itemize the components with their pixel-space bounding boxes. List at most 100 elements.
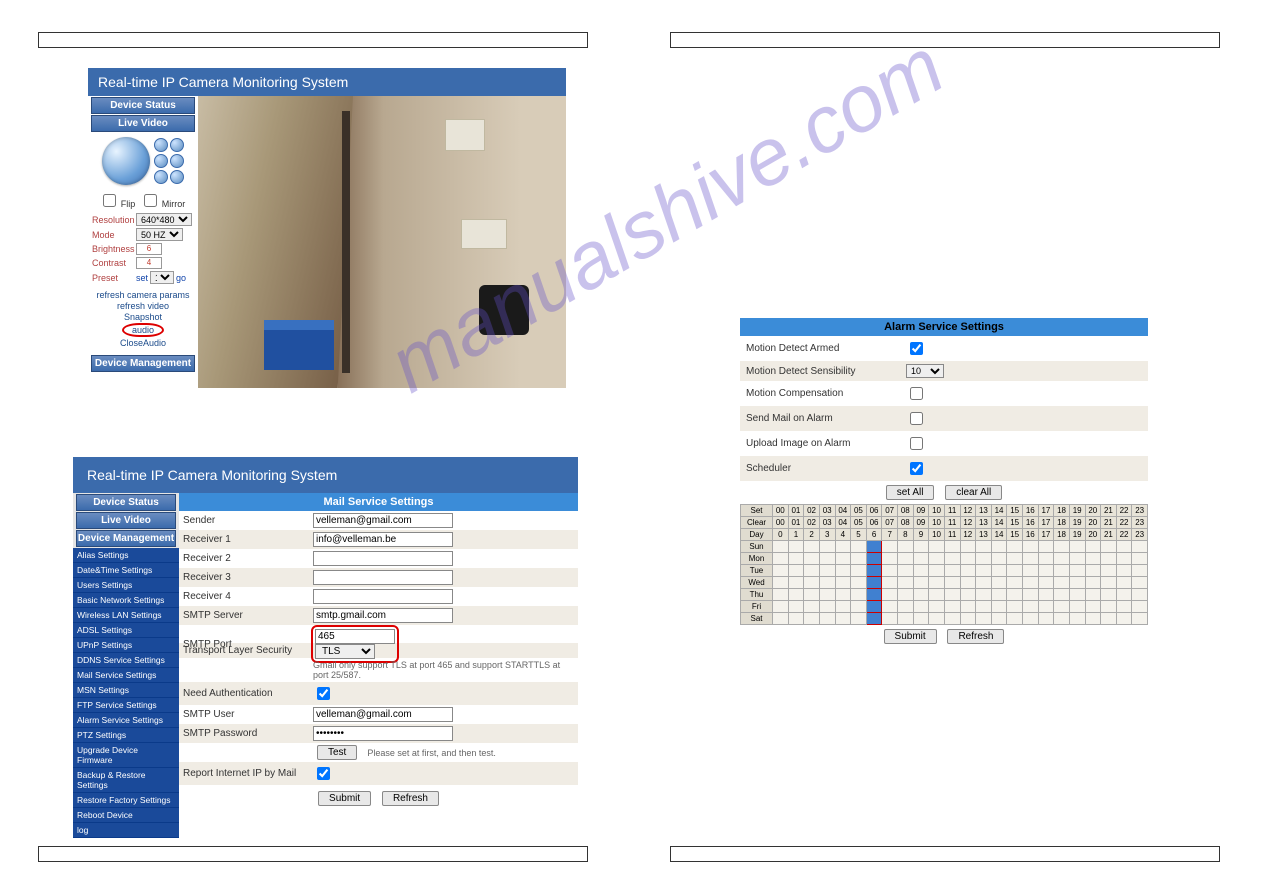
receiver4-input[interactable] [313, 589, 453, 604]
schedule-cell[interactable] [835, 553, 851, 565]
schedule-cell[interactable] [804, 577, 820, 589]
schedule-cell[interactable] [929, 613, 945, 625]
schedule-cell[interactable] [960, 541, 976, 553]
schedule-cell[interactable] [976, 565, 992, 577]
schedule-cell[interactable] [944, 541, 960, 553]
schedule-cell[interactable] [882, 589, 898, 601]
schedule-cell[interactable] [1023, 541, 1039, 553]
schedule-cell[interactable] [804, 613, 820, 625]
schedule-cell[interactable] [788, 613, 804, 625]
schedule-cell[interactable] [944, 589, 960, 601]
smtp-server-input[interactable] [313, 608, 453, 623]
schedule-cell[interactable] [1054, 589, 1070, 601]
test-button[interactable]: Test [317, 745, 357, 760]
sidebar-item[interactable]: Alias Settings [73, 548, 179, 563]
schedule-cell[interactable] [991, 565, 1007, 577]
schedule-cell[interactable] [804, 601, 820, 613]
refresh-button[interactable]: Refresh [947, 629, 1004, 644]
schedule-cell[interactable] [788, 541, 804, 553]
preset-set-link[interactable]: set [136, 273, 148, 283]
schedule-cell[interactable] [788, 553, 804, 565]
schedule-cell[interactable] [960, 613, 976, 625]
schedule-cell[interactable] [1116, 553, 1132, 565]
sidebar-item[interactable]: DDNS Service Settings [73, 653, 179, 668]
set-all-button[interactable]: set All [886, 485, 935, 500]
schedule-cell[interactable] [773, 541, 789, 553]
schedule-cell[interactable] [1069, 565, 1085, 577]
schedule-cell[interactable] [835, 541, 851, 553]
schedule-cell[interactable] [851, 541, 867, 553]
flip-checkbox[interactable] [103, 194, 116, 207]
schedule-cell[interactable] [866, 541, 882, 553]
refresh-video-link[interactable]: refresh video [88, 301, 198, 311]
refresh-button[interactable]: Refresh [382, 791, 439, 806]
schedule-cell[interactable] [898, 613, 914, 625]
schedule-cell[interactable] [976, 553, 992, 565]
schedule-cell[interactable] [1085, 541, 1101, 553]
schedule-cell[interactable] [773, 553, 789, 565]
sidebar-item[interactable]: UPnP Settings [73, 638, 179, 653]
schedule-cell[interactable] [898, 553, 914, 565]
schedule-cell[interactable] [898, 541, 914, 553]
receiver2-input[interactable] [313, 551, 453, 566]
smtp-user-input[interactable] [313, 707, 453, 722]
schedule-cell[interactable] [882, 553, 898, 565]
preset-number-select[interactable]: 1 [150, 271, 174, 284]
schedule-cell[interactable] [882, 601, 898, 613]
schedule-cell[interactable] [1069, 541, 1085, 553]
schedule-cell[interactable] [1054, 541, 1070, 553]
schedule-cell[interactable] [851, 577, 867, 589]
schedule-cell[interactable] [976, 589, 992, 601]
schedule-cell[interactable] [960, 589, 976, 601]
schedule-cell[interactable] [913, 613, 929, 625]
report-ip-checkbox[interactable] [317, 767, 330, 780]
schedule-cell[interactable] [944, 553, 960, 565]
schedule-cell[interactable] [1069, 577, 1085, 589]
schedule-cell[interactable] [898, 577, 914, 589]
schedule-cell[interactable] [929, 553, 945, 565]
schedule-cell[interactable] [991, 541, 1007, 553]
device-management-button[interactable]: Device Management [91, 355, 195, 372]
schedule-cell[interactable] [1038, 541, 1054, 553]
schedule-cell[interactable] [773, 589, 789, 601]
submit-button[interactable]: Submit [884, 629, 937, 644]
schedule-cell[interactable] [913, 565, 929, 577]
schedule-cell[interactable] [913, 553, 929, 565]
schedule-cell[interactable] [1054, 565, 1070, 577]
scheduler-table[interactable]: Set0001020304050607080910111213141516171… [740, 504, 1148, 625]
schedule-cell[interactable] [835, 577, 851, 589]
schedule-cell[interactable] [1085, 577, 1101, 589]
schedule-cell[interactable] [960, 553, 976, 565]
schedule-cell[interactable] [882, 613, 898, 625]
schedule-cell[interactable] [851, 589, 867, 601]
schedule-cell[interactable] [835, 613, 851, 625]
schedule-cell[interactable] [819, 613, 835, 625]
schedule-cell[interactable] [1007, 589, 1023, 601]
schedule-cell[interactable] [804, 565, 820, 577]
sidebar-item[interactable]: MSN Settings [73, 683, 179, 698]
contrast-value[interactable]: 4 [136, 257, 162, 269]
schedule-cell[interactable] [1101, 601, 1117, 613]
schedule-cell[interactable] [1038, 553, 1054, 565]
audio-link-highlighted[interactable]: audio [122, 323, 164, 337]
preset-go-link[interactable]: go [176, 273, 186, 283]
schedule-cell[interactable] [819, 589, 835, 601]
schedule-cell[interactable] [1007, 613, 1023, 625]
motion-armed-checkbox[interactable] [910, 342, 923, 355]
sidebar-item[interactable]: Alarm Service Settings [73, 713, 179, 728]
sidebar-item[interactable]: PTZ Settings [73, 728, 179, 743]
sidebar-item[interactable]: Mail Service Settings [73, 668, 179, 683]
schedule-cell[interactable] [1085, 565, 1101, 577]
schedule-cell[interactable] [1101, 613, 1117, 625]
schedule-cell[interactable] [1069, 553, 1085, 565]
schedule-cell[interactable] [1132, 565, 1148, 577]
schedule-cell[interactable] [991, 613, 1007, 625]
schedule-cell[interactable] [913, 541, 929, 553]
schedule-cell[interactable] [913, 577, 929, 589]
schedule-cell[interactable] [1101, 541, 1117, 553]
schedule-cell[interactable] [835, 589, 851, 601]
schedule-cell[interactable] [1132, 577, 1148, 589]
schedule-cell[interactable] [819, 601, 835, 613]
schedule-cell[interactable] [819, 577, 835, 589]
schedule-cell[interactable] [991, 589, 1007, 601]
